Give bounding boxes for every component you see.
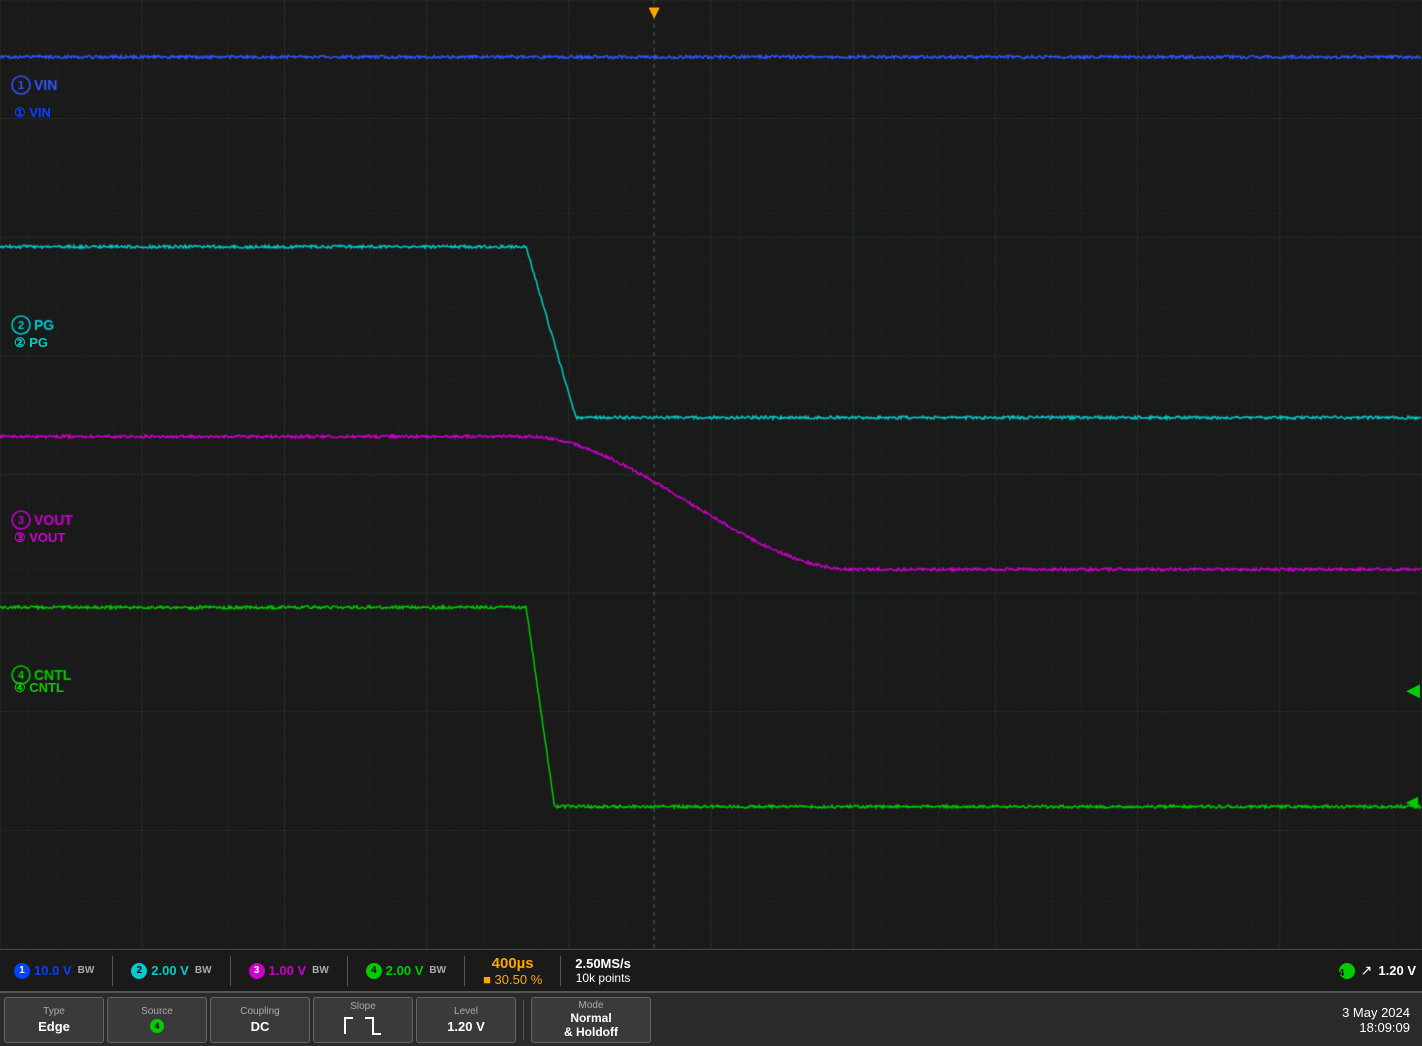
trigger-level: 1.20 V [1378,963,1416,978]
date: 3 May 2024 [1342,1005,1410,1020]
ch4-bw: BW [429,965,446,976]
ch2-screen-label: ② PG [14,335,48,351]
coupling-button[interactable]: Coupling DC [210,997,310,1043]
ch2-dot: 2 [131,963,147,979]
ch4-dot: 4 [366,963,382,979]
bottom-sep [523,1000,524,1040]
ch3-info[interactable]: 3 1.00 V BW [241,960,337,982]
mode-value: Normal& Holdoff [564,1011,618,1039]
ch1-voltage: 10.0 V [34,963,72,978]
time-percentage: ■ 30.50 % [483,972,542,987]
trigger-info: 4 ↗ 1.20 V [1339,962,1416,979]
mode-button[interactable]: Mode Normal& Holdoff [531,997,651,1043]
source-button[interactable]: Source 4 [107,997,207,1043]
oscilloscope-screen [0,0,1422,949]
oscilloscope: ① VIN ② PG ③ VOUT ④ CNTL ▼ ◀ 1 10.0 V BW… [0,0,1422,1046]
ch2-info[interactable]: 2 2.00 V BW [123,960,219,982]
ch3-bw: BW [312,965,329,976]
sep1 [112,956,113,986]
ch3-screen-label: ③ VOUT [14,530,65,546]
bottom-bar: Type Edge Source 4 Coupling DC Slope [0,991,1422,1046]
screen-area: ① VIN ② PG ③ VOUT ④ CNTL ▼ ◀ [0,0,1422,949]
sample-rate: 2.50MS/s [575,956,631,971]
sample-info: 2.50MS/s 10k points [575,956,631,985]
sample-points: 10k points [576,971,631,985]
channel-info-bar: 1 10.0 V BW 2 2.00 V BW 3 1.00 V BW 4 2.… [0,949,1422,991]
level-button[interactable]: Level 1.20 V [416,997,516,1043]
ch4-screen-label: ④ CNTL [14,680,64,696]
ch1-dot: 1 [14,963,30,979]
slope-label: Slope [350,1001,376,1012]
coupling-value: DC [251,1019,270,1034]
sep4 [464,956,465,986]
source-label: Source [141,1006,173,1017]
type-label: Type [43,1006,65,1017]
level-label: Level [454,1006,478,1017]
timebase-info: 400µs ■ 30.50 % [483,955,542,987]
ch1-screen-label: ① VIN [14,105,51,121]
time-div: 400µs [492,955,534,972]
type-value: Edge [38,1019,70,1034]
ch3-dot: 3 [249,963,265,979]
ch1-bw: BW [78,965,95,976]
slope-svg [343,1014,383,1038]
source-value: 4 [150,1019,164,1033]
source-dot: 4 [150,1019,164,1033]
slope-button[interactable]: Slope [313,997,413,1043]
right-arrow-indicator: ◀ [1406,680,1420,701]
ch1-info[interactable]: 1 10.0 V BW [6,960,102,982]
sep3 [347,956,348,986]
level-value: 1.20 V [447,1019,485,1034]
type-button[interactable]: Type Edge [4,997,104,1043]
trigger-channel-dot: 4 [1339,963,1355,979]
ch4-voltage: 2.00 V [386,963,424,978]
ch2-voltage: 2.00 V [151,963,189,978]
sep5 [560,956,561,986]
coupling-label: Coupling [240,1006,279,1017]
sep2 [230,956,231,986]
trigger-edge-icon: ↗ [1361,962,1373,979]
trigger-marker: ▼ [645,2,663,23]
slope-icons [343,1014,383,1038]
time: 18:09:09 [1342,1020,1410,1035]
ch2-bw: BW [195,965,212,976]
datetime-display: 3 May 2024 18:09:09 [1342,1005,1418,1035]
mode-label: Mode [578,1000,603,1011]
ch4-info[interactable]: 4 2.00 V BW [358,960,454,982]
ch3-voltage: 1.00 V [269,963,307,978]
